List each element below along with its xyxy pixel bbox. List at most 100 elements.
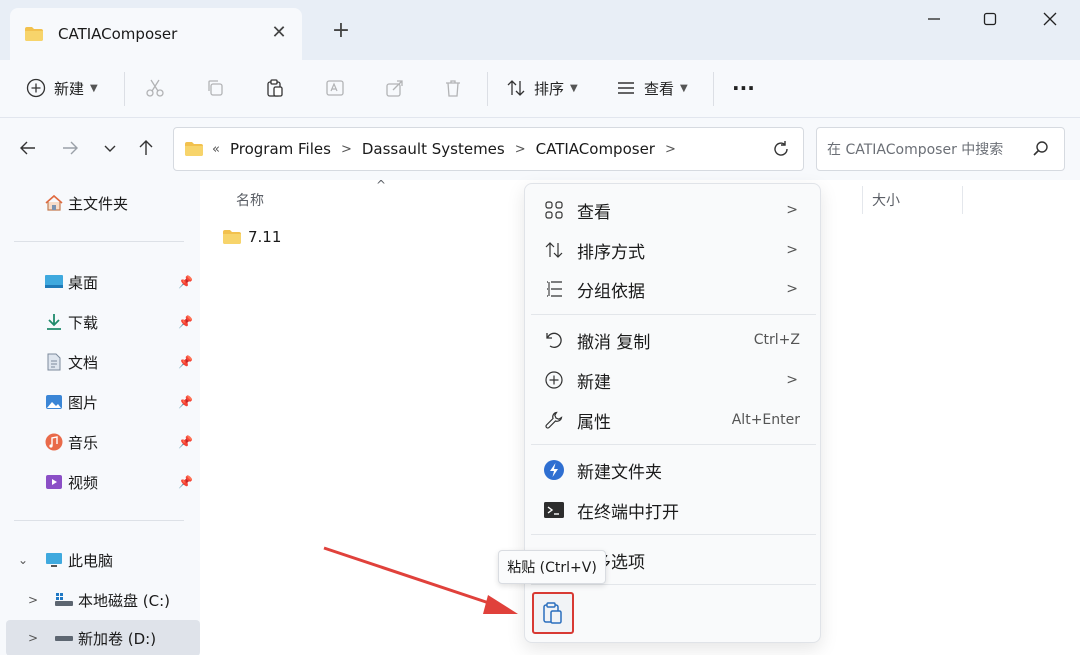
pin-icon[interactable]: 📌 <box>178 475 193 489</box>
sidebar-item-home[interactable]: 主文件夹 <box>0 185 200 221</box>
menu-item-undo-copy[interactable]: 撤消 复制 Ctrl+Z <box>531 321 814 359</box>
cut-button[interactable] <box>145 70 165 106</box>
view-button[interactable]: 查看 ▼ <box>616 70 688 106</box>
maximize-button[interactable] <box>970 6 1010 32</box>
delete-button[interactable] <box>443 70 463 106</box>
sidebar-item-drive-c[interactable]: > 本地磁盘 (C:) <box>0 582 200 618</box>
close-window-button[interactable] <box>1030 6 1070 32</box>
arrow-right-icon <box>63 141 78 155</box>
sidebar-item-label: 音乐 <box>68 433 99 452</box>
column-divider[interactable] <box>862 186 863 214</box>
refresh-button[interactable] <box>766 134 796 164</box>
minimize-button[interactable] <box>914 6 954 32</box>
minimize-icon <box>928 18 940 20</box>
recent-locations-button[interactable] <box>96 134 124 162</box>
drive-icon <box>55 636 73 641</box>
command-bar: 新建 ▼ 排序 ▼ 查看 ▼ ··· <box>0 60 1080 118</box>
desktop-icon <box>45 275 63 288</box>
toolbar-divider <box>713 72 714 106</box>
breadcrumb-catiacomposer[interactable]: CATIAComposer <box>536 140 655 158</box>
menu-separator <box>531 584 816 585</box>
search-input[interactable]: 在 CATIAComposer 中搜索 <box>816 127 1065 171</box>
column-header-name[interactable]: 名称 <box>236 190 264 210</box>
chevron-down-icon: ▼ <box>90 82 98 94</box>
rename-button[interactable] <box>325 70 345 106</box>
document-icon <box>47 353 61 371</box>
share-icon <box>386 80 403 97</box>
menu-item-label: 撤消 复制 <box>577 332 651 353</box>
sidebar-item-desktop[interactable]: 桌面 📌 <box>0 264 200 300</box>
address-bar[interactable]: « Program Files > Dassault Systemes > CA… <box>173 127 918 171</box>
menu-item-new[interactable]: 新建 > <box>531 361 814 399</box>
sidebar-item-documents[interactable]: 文档 📌 <box>0 344 200 380</box>
menu-item-sort-by[interactable]: 排序方式 > <box>531 231 814 269</box>
paste-icon <box>543 602 562 624</box>
sidebar-item-music[interactable]: 音乐 📌 <box>0 424 200 460</box>
menu-item-label: 属性 <box>577 412 611 433</box>
menu-item-view[interactable]: 查看 > <box>531 191 814 229</box>
tab-catiacomposer[interactable]: CATIAComposer ✕ <box>10 8 302 60</box>
menu-item-shortcut: Ctrl+Z <box>753 332 800 348</box>
trash-icon <box>446 80 460 97</box>
chevron-down-icon[interactable]: ⌄ <box>18 553 28 567</box>
sidebar-item-label: 下载 <box>68 313 99 332</box>
menu-item-group-by[interactable]: 分组依据 > <box>531 270 814 308</box>
plus-circle-icon <box>543 369 565 391</box>
sidebar-item-downloads[interactable]: 下载 📌 <box>0 304 200 340</box>
pin-icon[interactable]: 📌 <box>178 275 193 289</box>
refresh-icon <box>774 141 788 156</box>
sidebar-item-this-pc[interactable]: ⌄ 此电脑 <box>0 542 200 578</box>
sort-icon <box>507 80 525 96</box>
new-tab-button[interactable]: + <box>328 18 354 44</box>
pin-icon[interactable]: 📌 <box>178 395 193 409</box>
sidebar-item-drive-d[interactable]: > 新加卷 (D:) <box>6 620 200 655</box>
back-button[interactable] <box>14 134 42 162</box>
chevron-right-icon[interactable]: > <box>28 631 38 645</box>
up-button[interactable] <box>132 134 160 162</box>
breadcrumb-program-files[interactable]: Program Files <box>230 140 331 158</box>
sidebar-item-pictures[interactable]: 图片 📌 <box>0 384 200 420</box>
pin-icon[interactable]: 📌 <box>178 355 193 369</box>
video-icon <box>46 475 62 489</box>
grid-icon <box>543 199 565 221</box>
list-item[interactable]: 7.11 <box>222 228 281 246</box>
overflow-crumb[interactable]: « <box>212 142 220 157</box>
pin-icon[interactable]: 📌 <box>178 435 193 449</box>
search-placeholder: 在 CATIAComposer 中搜索 <box>827 142 1004 158</box>
menu-item-properties[interactable]: 属性 Alt+Enter <box>531 401 814 439</box>
sidebar-item-label: 新加卷 (D:) <box>78 629 157 648</box>
chevron-down-icon <box>104 145 116 152</box>
copy-icon <box>208 80 223 96</box>
copy-button[interactable] <box>205 70 225 106</box>
menu-item-new-folder[interactable]: 新建文件夹 <box>531 451 814 489</box>
chevron-right-icon[interactable]: > <box>515 142 526 157</box>
column-header-size[interactable]: 大小 <box>872 190 900 210</box>
chevron-right-icon[interactable]: > <box>665 142 676 157</box>
chevron-right-icon: > <box>786 242 798 258</box>
paste-toolbar-button[interactable] <box>265 70 285 106</box>
breadcrumb-dassault-systemes[interactable]: Dassault Systemes <box>362 140 505 158</box>
chevron-right-icon[interactable]: > <box>28 593 38 607</box>
more-button[interactable]: ··· <box>732 70 755 106</box>
group-icon <box>543 278 565 300</box>
forward-button[interactable] <box>56 134 84 162</box>
close-icon <box>1043 12 1057 26</box>
sidebar-item-videos[interactable]: 视频 📌 <box>0 464 200 500</box>
navigation-bar: « Program Files > Dassault Systemes > CA… <box>0 118 1080 180</box>
menu-item-label: 新建 <box>577 372 611 393</box>
sort-button[interactable]: 排序 ▼ <box>506 70 578 106</box>
column-divider[interactable] <box>962 186 963 214</box>
chevron-right-icon[interactable]: > <box>341 142 352 157</box>
paste-button[interactable] <box>532 592 574 634</box>
menu-item-open-in-terminal[interactable]: 在终端中打开 <box>531 491 814 529</box>
menu-item-label: 分组依据 <box>577 281 645 302</box>
share-button[interactable] <box>385 70 405 106</box>
pin-icon[interactable]: 📌 <box>178 315 193 329</box>
menu-item-label: 排序方式 <box>577 242 645 263</box>
sidebar-item-label: 此电脑 <box>68 551 114 570</box>
title-bar: CATIAComposer ✕ + <box>0 0 1080 60</box>
close-tab-icon[interactable]: ✕ <box>268 22 290 43</box>
download-icon <box>47 314 61 330</box>
sidebar-item-label: 图片 <box>68 393 99 412</box>
new-button[interactable]: 新建 ▼ <box>26 70 98 106</box>
